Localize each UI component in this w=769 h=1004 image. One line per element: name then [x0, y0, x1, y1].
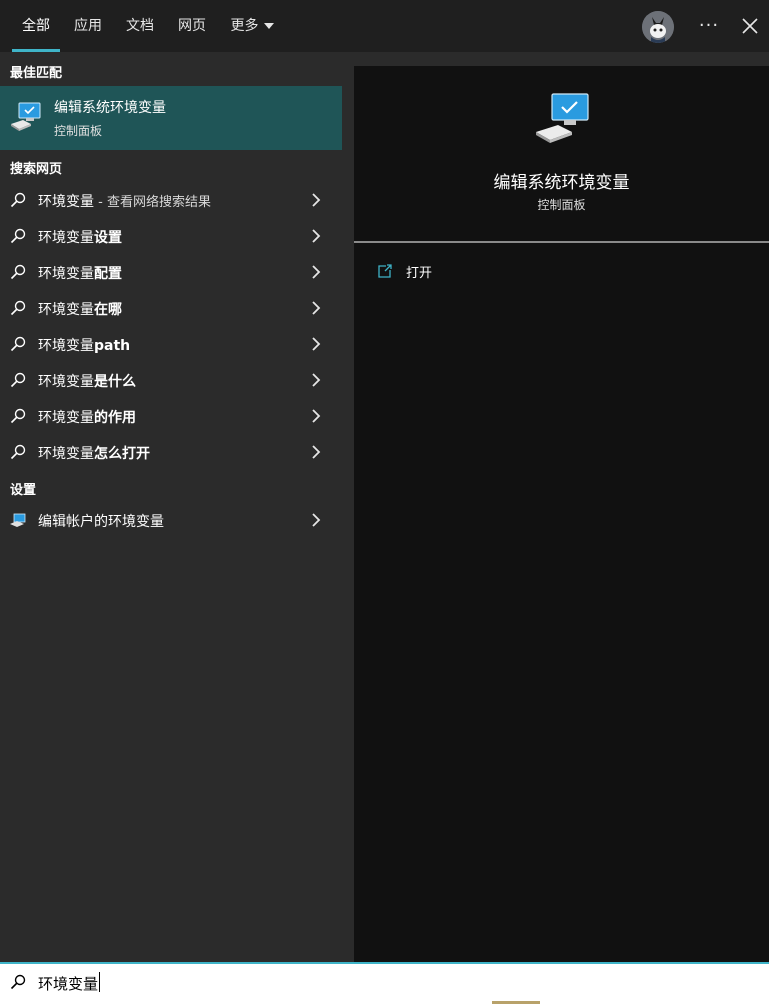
chevron-right-icon	[312, 193, 321, 207]
search-icon	[10, 974, 26, 990]
chevron-right-icon	[312, 373, 321, 387]
tab-all[interactable]: 全部	[12, 0, 60, 52]
search-icon	[10, 336, 26, 352]
tab-label: 应用	[74, 18, 102, 34]
web-result-suffix: - 查看网络搜索结果	[94, 195, 211, 210]
user-avatar-icon	[642, 11, 674, 43]
web-result-prefix: 环境变量	[38, 446, 94, 462]
close-button[interactable]	[740, 16, 760, 36]
web-result-suffix: path	[94, 338, 131, 354]
web-result-item[interactable]: 环境变量的作用	[0, 398, 342, 434]
search-bar[interactable]: 环境变量	[0, 962, 769, 1004]
preview-title: 编辑系统环境变量	[493, 173, 630, 193]
search-icon	[10, 300, 26, 316]
search-icon	[10, 192, 26, 208]
web-result-item[interactable]: 环境变量path	[0, 326, 342, 362]
web-result-item[interactable]: 环境变量怎么打开	[0, 434, 342, 470]
more-options-button[interactable]: ···	[698, 14, 720, 38]
chevron-right-icon	[312, 513, 321, 527]
web-result-prefix: 环境变量	[38, 302, 94, 318]
open-action-label: 打开	[406, 266, 433, 281]
preview-pane: 编辑系统环境变量 控制面板 打开	[354, 66, 769, 962]
settings-heading: 设置	[10, 483, 37, 498]
search-icon	[10, 372, 26, 388]
web-result-item[interactable]: 环境变量设置	[0, 218, 342, 254]
divider	[354, 241, 769, 243]
computer-monitor-icon	[536, 93, 589, 143]
chevron-right-icon	[312, 265, 321, 279]
search-icon	[10, 228, 26, 244]
open-external-icon	[378, 264, 392, 278]
tab-label: 网页	[178, 18, 206, 34]
best-match-heading: 最佳匹配	[10, 66, 63, 81]
chevron-right-icon	[312, 409, 321, 423]
search-query: 环境变量	[38, 975, 99, 993]
search-icon	[10, 444, 26, 460]
results-pane: 最佳匹配 编辑系统环境变量 控制面板 搜索网页 环境变量 - 查看网络搜索结果 …	[0, 52, 342, 962]
search-icon	[10, 408, 26, 424]
web-result-suffix: 设置	[94, 230, 122, 246]
chevron-right-icon	[312, 229, 321, 243]
web-result-item[interactable]: 环境变量配置	[0, 254, 342, 290]
laptop-icon	[10, 513, 26, 527]
tab-apps[interactable]: 应用	[70, 0, 106, 52]
web-result-prefix: 环境变量	[38, 266, 94, 282]
web-result-suffix: 怎么打开	[94, 446, 150, 462]
web-result-item[interactable]: 环境变量 - 查看网络搜索结果	[0, 182, 342, 218]
web-heading: 搜索网页	[10, 162, 63, 177]
close-icon	[742, 18, 758, 34]
tab-label: 更多	[230, 18, 259, 34]
web-result-suffix: 的作用	[94, 410, 136, 426]
chevron-right-icon	[312, 301, 321, 315]
tab-documents[interactable]: 文档	[122, 0, 158, 52]
web-result-prefix: 环境变量	[38, 374, 94, 390]
web-result-item[interactable]: 环境变量是什么	[0, 362, 342, 398]
tab-label: 全部	[22, 18, 50, 34]
web-result-prefix: 环境变量	[38, 230, 94, 246]
web-result-prefix: 环境变量	[38, 410, 94, 426]
top-bar: 全部 应用 文档 网页 更多 ···	[0, 0, 769, 52]
web-result-prefix: 环境变量	[38, 338, 94, 354]
chevron-right-icon	[312, 445, 321, 459]
search-icon	[10, 264, 26, 280]
best-match-item[interactable]: 编辑系统环境变量 控制面板	[0, 86, 342, 150]
web-result-suffix: 在哪	[94, 302, 122, 318]
web-result-suffix: 配置	[94, 266, 122, 282]
tab-more[interactable]: 更多	[226, 0, 278, 52]
text-cursor	[99, 972, 101, 992]
best-match-title: 编辑系统环境变量	[54, 100, 166, 116]
search-input[interactable]: 环境变量	[38, 972, 101, 994]
web-result-prefix: 环境变量	[38, 194, 94, 210]
settings-result-label: 编辑帐户的环境变量	[38, 514, 164, 530]
chevron-down-icon	[263, 23, 274, 29]
preview-subtitle: 控制面板	[537, 198, 586, 212]
tab-label: 文档	[126, 18, 154, 34]
settings-result-item[interactable]: 编辑帐户的环境变量	[0, 502, 342, 538]
chevron-right-icon	[312, 337, 321, 351]
computer-monitor-icon	[11, 102, 41, 131]
tab-web[interactable]: 网页	[174, 0, 210, 52]
best-match-subtitle: 控制面板	[54, 124, 103, 138]
web-result-item[interactable]: 环境变量在哪	[0, 290, 342, 326]
web-result-suffix: 是什么	[94, 374, 136, 390]
avatar[interactable]	[642, 11, 674, 43]
